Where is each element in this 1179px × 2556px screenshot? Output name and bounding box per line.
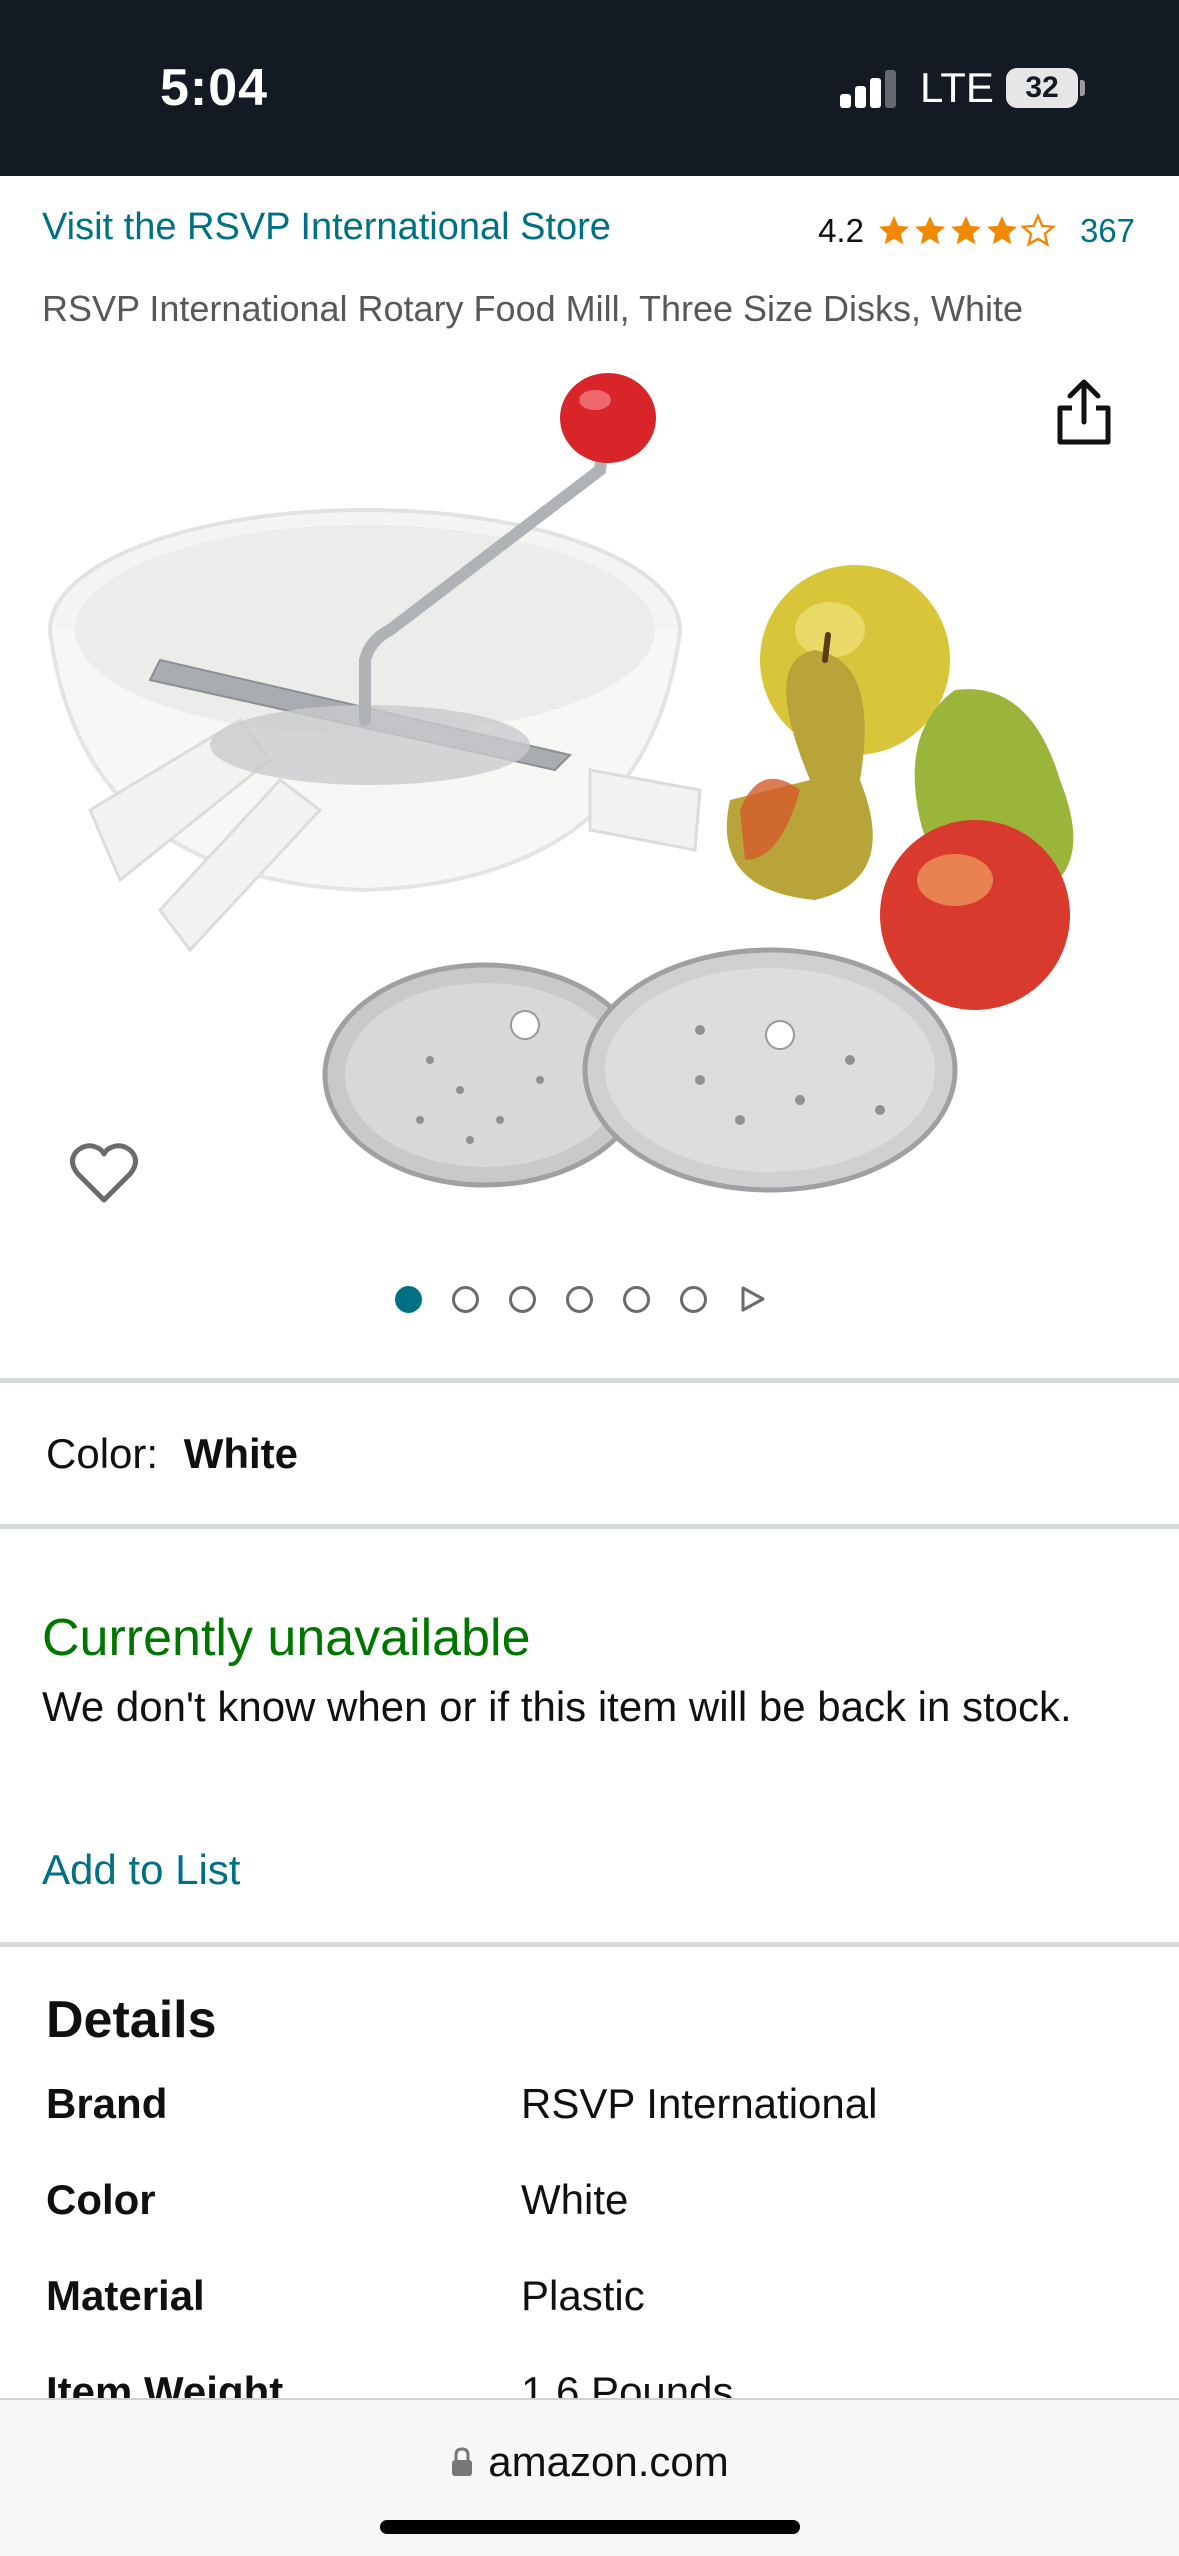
red-apple xyxy=(880,820,1070,1010)
detail-value: White xyxy=(521,2176,629,2223)
image-carousel-dots[interactable] xyxy=(395,1284,767,1314)
url-text: amazon.com xyxy=(488,2438,729,2485)
rating-value: 4.2 xyxy=(818,212,864,249)
detail-value: Plastic xyxy=(521,2272,645,2319)
color-selector[interactable]: Color: White xyxy=(46,1430,298,1478)
network-type: LTE xyxy=(920,64,994,111)
browser-address-bar[interactable]: amazon.com xyxy=(0,2398,1179,2556)
carousel-dot-5[interactable] xyxy=(623,1285,650,1313)
status-time: 5:04 xyxy=(160,59,269,117)
home-indicator[interactable] xyxy=(380,2520,800,2534)
crank-knob xyxy=(560,373,656,463)
carousel-dot-4[interactable] xyxy=(566,1285,593,1313)
product-image[interactable] xyxy=(0,360,1179,1240)
divider xyxy=(0,1942,1179,1947)
divider xyxy=(0,1524,1179,1529)
pear-left xyxy=(726,650,873,900)
divider xyxy=(0,1378,1179,1383)
detail-key: Color xyxy=(46,2176,156,2223)
url-display[interactable]: amazon.com xyxy=(0,2438,1179,2486)
status-bar: 5:04 LTE 32 xyxy=(0,0,1179,176)
visit-store-link[interactable]: Visit the RSVP International Store xyxy=(42,206,611,249)
battery-icon: 32 xyxy=(1006,68,1078,108)
heart-icon[interactable] xyxy=(68,1140,140,1206)
share-icon[interactable] xyxy=(1052,378,1116,448)
add-to-list-link[interactable]: Add to List xyxy=(42,1846,240,1894)
star-icon xyxy=(986,216,1017,245)
rating-summary[interactable]: 4.2 367 xyxy=(818,212,1135,250)
star-icon xyxy=(950,216,981,245)
star-icon xyxy=(878,216,909,245)
lock-icon xyxy=(452,2447,473,2476)
star-icon xyxy=(914,216,945,245)
color-value: White xyxy=(183,1430,299,1477)
carousel-dot-2[interactable] xyxy=(452,1285,479,1313)
product-title: RSVP International Rotary Food Mill, Thr… xyxy=(42,288,1024,329)
detail-key: Material xyxy=(46,2272,205,2319)
signal-strength-icon xyxy=(840,68,896,108)
star-rating xyxy=(876,213,1056,249)
detail-key: Brand xyxy=(46,2080,168,2127)
details-heading: Details xyxy=(46,1991,217,2049)
detail-value: RSVP International xyxy=(521,2080,878,2127)
star-outline-icon xyxy=(1020,213,1056,247)
color-label: Color: xyxy=(46,1430,159,1477)
availability-status: Currently unavailable xyxy=(42,1609,531,1667)
battery-nub xyxy=(1080,80,1085,96)
play-video-icon[interactable] xyxy=(737,1284,767,1314)
availability-message: We don't know when or if this item will … xyxy=(42,1683,1072,1730)
carousel-dot-1[interactable] xyxy=(395,1285,422,1313)
carousel-dot-3[interactable] xyxy=(509,1285,536,1313)
rating-count-link[interactable]: 367 xyxy=(1080,212,1135,250)
carousel-dot-6[interactable] xyxy=(680,1285,707,1313)
